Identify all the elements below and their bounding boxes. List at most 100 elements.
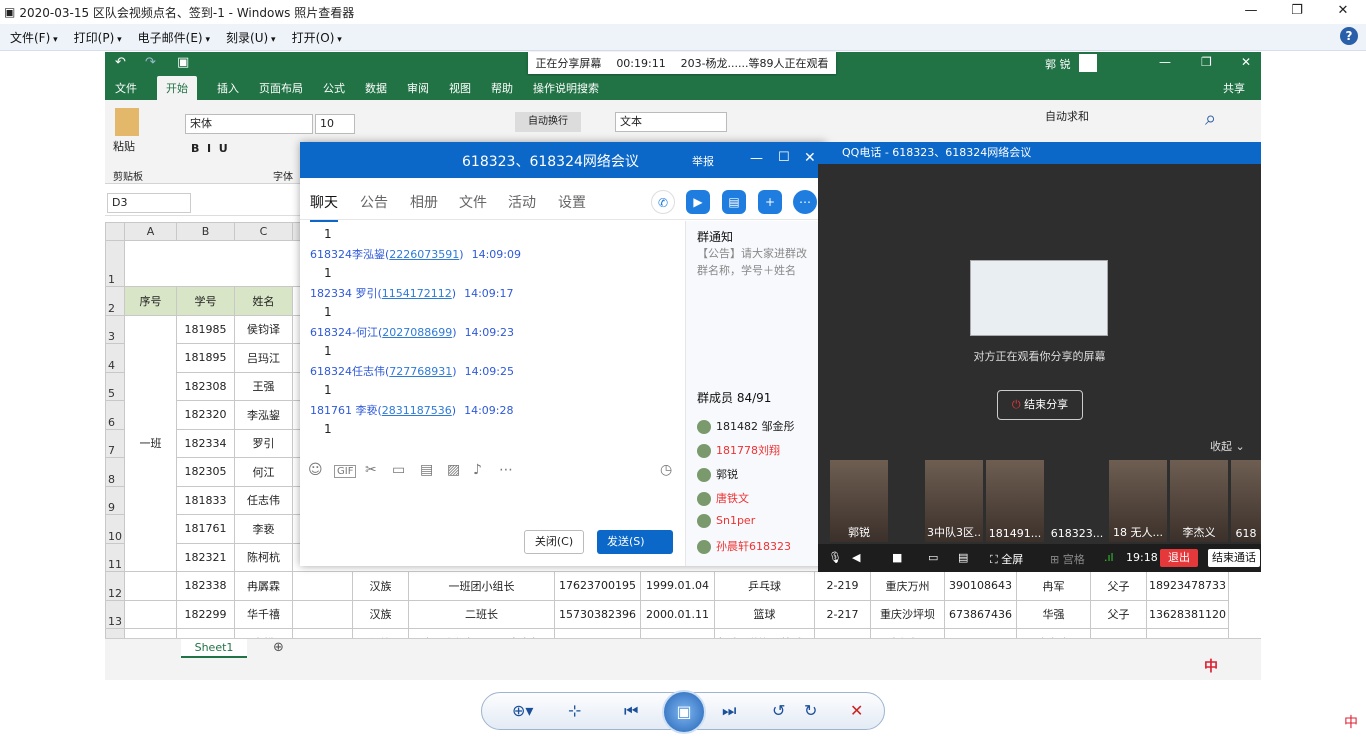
grid-button[interactable]: ⊞ 宫格 xyxy=(1050,551,1085,567)
minimize-button[interactable]: — xyxy=(1228,0,1274,24)
rotate-right-icon[interactable]: ↻ xyxy=(804,701,817,720)
restore-button[interactable]: ❐ xyxy=(1274,0,1320,24)
previous-icon[interactable]: ⏮ xyxy=(624,701,638,721)
message-body: 1 xyxy=(324,344,332,358)
qq-close-icon[interactable]: ✕ xyxy=(804,150,816,166)
menu-file[interactable]: 文件(F) xyxy=(10,29,58,46)
group-sidebar: 群通知 【公告】请大家进群改群名称，学号＋姓名 群成员 84/91 181482… xyxy=(685,221,826,566)
member-item[interactable]: 唐铁文 xyxy=(697,490,817,506)
chat-history: 1 618324李泓鋆(2226073591) 14:09:09 1 182334… xyxy=(300,221,685,453)
menu-open[interactable]: 打开(O) xyxy=(292,29,342,46)
video-icon[interactable]: ▶ xyxy=(686,190,710,214)
ime-indicator: 中 xyxy=(1344,715,1358,731)
tell-me-search: 操作说明搜索 xyxy=(533,82,599,95)
camera-icon[interactable]: ■ xyxy=(892,551,902,564)
report-link[interactable]: 举报 xyxy=(692,153,714,169)
exit-button[interactable]: 退出 xyxy=(1160,549,1198,567)
share-time: 00:19:11 xyxy=(616,56,666,70)
screen-share-bar: 正在分享屏幕 00:19:11 203-杨龙......等89人正在观看 xyxy=(528,52,836,74)
delete-icon[interactable]: ✕ xyxy=(850,701,863,720)
add-app-icon[interactable]: + xyxy=(758,190,782,214)
font-size-box: 10 xyxy=(315,114,355,134)
tab-chat[interactable]: 聊天 xyxy=(310,192,338,222)
tab-announcement[interactable]: 公告 xyxy=(360,192,388,212)
actual-size-icon[interactable]: ⊹ xyxy=(568,701,581,720)
collapse-button[interactable]: 收起 ⌄ xyxy=(1210,438,1245,454)
excel-statusbar xyxy=(105,658,1261,680)
participant-video[interactable]: 李杰义 xyxy=(1170,460,1228,542)
menu-burn[interactable]: 刻录(U) xyxy=(226,29,276,46)
member-item[interactable]: 孙晨轩618323 xyxy=(697,538,817,554)
history-icon[interactable]: ◷ xyxy=(660,462,672,478)
classroom-icon[interactable]: ▤ xyxy=(722,190,746,214)
message-body: 1 xyxy=(324,266,332,280)
help-icon[interactable]: ? xyxy=(1340,27,1358,45)
shared-screen-preview xyxy=(970,260,1108,336)
message-body: 1 xyxy=(324,422,332,436)
excel-close-icon: ✕ xyxy=(1241,55,1252,69)
fullscreen-icon: ⛶ xyxy=(990,553,1002,566)
tab-album[interactable]: 相册 xyxy=(410,192,438,212)
clipboard-label: 剪贴板 xyxy=(113,172,143,183)
tab-files[interactable]: 文件 xyxy=(459,192,487,212)
avatar xyxy=(697,420,711,434)
speaker-icon[interactable]: ◀ xyxy=(852,551,860,564)
next-icon[interactable]: ⏭ xyxy=(722,701,736,721)
tab-data: 数据 xyxy=(365,82,387,95)
folder-icon[interactable]: ▭ xyxy=(392,462,405,478)
close-chat-button[interactable]: 关闭(C) xyxy=(524,530,584,554)
fullscreen-button[interactable]: ⛶ 全屏 xyxy=(990,551,1023,567)
avatar xyxy=(697,514,711,528)
menu-email[interactable]: 电子邮件(E) xyxy=(138,29,210,46)
more-icon[interactable]: ⋯ xyxy=(793,190,817,214)
slideshow-icon: ▣ xyxy=(676,702,692,721)
qq-call-window: QQ电话 - 618323、618324网络会议 对方正在观看你分享的屏幕 ⏻ … xyxy=(818,142,1261,572)
font-group-label: 字体 xyxy=(273,172,293,183)
sheet-tabs-bar: Sheet1 ⊕ xyxy=(105,638,1261,658)
rotate-left-icon[interactable]: ↺ xyxy=(772,701,785,720)
member-item[interactable]: 181778刘翔 xyxy=(697,442,817,458)
participant-video[interactable]: 郭锐 xyxy=(830,460,888,542)
tab-page-layout: 页面布局 xyxy=(259,82,303,95)
tab-activities[interactable]: 活动 xyxy=(508,192,536,212)
participant-video[interactable]: 181491... xyxy=(986,460,1044,542)
notice-title: 群通知 xyxy=(697,230,734,244)
send-button[interactable]: 发送(S) xyxy=(597,530,673,554)
end-call-button[interactable]: 结束通话 xyxy=(1208,549,1260,567)
gif-icon[interactable]: GIF xyxy=(334,465,357,478)
mic-icon[interactable]: 🎙 xyxy=(828,551,842,564)
participant-video[interactable]: 3中队3区... xyxy=(925,460,983,542)
table-row: 12 182338 冉羼霖 汉族 一班团小组长 17623700195 1999.01.04… xyxy=(105,571,1229,601)
menu-print[interactable]: 打印(P) xyxy=(74,29,122,46)
chat-icon[interactable]: ▤ xyxy=(958,551,968,564)
scissors-icon[interactable]: ✂ xyxy=(365,462,377,478)
autosum-label: 自动求和 xyxy=(1045,110,1089,123)
image-icon[interactable]: ▨ xyxy=(447,462,460,478)
message-header: 618324任志伟(727768931) 14:09:25 xyxy=(310,365,514,378)
close-button[interactable]: ✕ xyxy=(1320,0,1366,24)
screen-share-icon[interactable]: ▭ xyxy=(928,551,938,564)
participant-video[interactable]: 18 无人... xyxy=(1109,460,1167,542)
member-item[interactable]: 181482 邹金彤 xyxy=(697,418,817,434)
participant-video[interactable]: 618 xyxy=(1231,460,1261,542)
end-share-button[interactable]: ⏻ 结束分享 xyxy=(997,390,1083,420)
participant-video[interactable]: 618323... xyxy=(1048,460,1106,542)
header-seq: 序号 xyxy=(124,286,177,316)
avatar xyxy=(697,492,711,506)
qq-maximize-icon[interactable]: ☐ xyxy=(778,150,790,165)
more-tools-icon[interactable]: ⋯ xyxy=(499,462,513,478)
find-icon: ⌕ xyxy=(1205,106,1217,130)
bell-icon[interactable]: ♪ xyxy=(473,462,482,478)
emoji-icon[interactable]: ☺ xyxy=(308,462,323,478)
phone-icon[interactable]: ✆ xyxy=(651,190,675,214)
doc-icon[interactable]: ▤ xyxy=(420,462,433,478)
avatar xyxy=(697,540,711,554)
slideshow-button[interactable]: ▣ xyxy=(662,690,706,734)
tab-settings[interactable]: 设置 xyxy=(558,192,586,212)
member-item[interactable]: 郭锐 xyxy=(697,466,817,482)
member-item[interactable]: Sn1per xyxy=(697,514,817,528)
zoom-icon[interactable]: ⊕▾ xyxy=(512,701,533,720)
header-name: 姓名 xyxy=(234,286,293,316)
message-header: 618324李泓鋆(2226073591) 14:09:09 xyxy=(310,248,521,261)
qq-minimize-icon[interactable]: — xyxy=(750,151,763,166)
